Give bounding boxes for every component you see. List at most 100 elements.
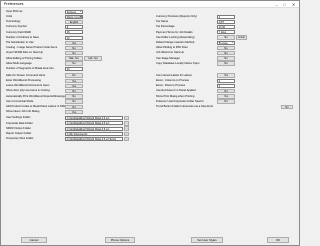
close-icon[interactable]: ✕: [290, 2, 297, 7]
temporary-files-folder-path[interactable]: C:\AppData\Roof Wizard Metal 4.5.en\Temp…: [65, 136, 123, 141]
trend-button-folder-button[interactable]: No: [281, 104, 293, 109]
input-pitch-label: Input Pitch as: [6, 9, 23, 13]
user-settings-browse-button[interactable]: ...: [124, 115, 129, 121]
user-settings-folder-label: User Settings Folder: [6, 116, 31, 120]
report-output-folder-label: Report Output Folder: [6, 131, 32, 135]
sfdm-output-browse-button[interactable]: ...: [124, 126, 129, 131]
material-pricing-button[interactable]: Mat. Yes: [65, 56, 83, 61]
interval-labels-label: Use Interval Labels for Labour: [156, 73, 193, 77]
title-bar: Preferences – □ ✕: [1, 1, 299, 8]
enter-word-excel-button[interactable]: Yes: [65, 78, 83, 83]
allow-editing-pricing-label: Allow Editing of Pricing Tables: [6, 56, 42, 60]
units-select[interactable]: Metric (mm/M): [65, 14, 83, 19]
copy-database-label: Copy Database Locally before Open: [156, 61, 200, 65]
segments-break-area-label: Number of Segments to Break Area Into: [6, 66, 54, 70]
interval-labels-button[interactable]: Yes: [217, 73, 235, 78]
import-sfdm-button[interactable]: No: [65, 50, 83, 56]
import-sfdm-label: Import SFDM Files on Start-Up: [6, 51, 43, 55]
phone-options-button[interactable]: Phone Options: [105, 237, 135, 243]
allow-multi-language-button[interactable]: No: [65, 61, 83, 66]
tax-percentage-input[interactable]: 10.00: [217, 25, 235, 30]
currency-symbol-input[interactable]: $: [65, 25, 83, 30]
commercial-mode-label: Use Commercial Mode: [6, 99, 34, 103]
labour-pricing-button[interactable]: Lab. Yes: [84, 56, 102, 61]
user-settings-folder-path[interactable]: C:\AppData\Roof Wizard Metal 4.5.en\: [65, 116, 123, 121]
roller-locking-label: Use Roller Locking (Networking): [156, 35, 195, 39]
job-wizard-startup-button[interactable]: No: [217, 50, 235, 56]
report-output-folder-path[interactable]: C:\My Documents\: [65, 131, 123, 136]
hide-on-screen-hints-button[interactable]: No: [65, 73, 83, 78]
ok-button[interactable]: OK: [267, 237, 289, 243]
sfdm-output-folder-path[interactable]: C:\AppData\Roof Wizard Metal 4.5.en\: [65, 126, 123, 131]
temporary-files-folder-label: Temporary Files Folder: [6, 137, 34, 141]
payment-terms-label: Payment Terms for Job Details: [156, 30, 193, 34]
stage-manager-button[interactable]: No: [217, 56, 235, 61]
auto-print-button[interactable]: No: [65, 94, 83, 99]
cancel-button[interactable]: Cancel: [21, 237, 47, 243]
add-product-codes-button[interactable]: No: [65, 104, 83, 109]
minimize-icon[interactable]: –: [273, 2, 280, 7]
allow-multi-language-label: Allow Multi-Language: [6, 61, 32, 65]
units-label: Units: [6, 14, 13, 18]
corporate-data-folder-path[interactable]: C:\AppData\Roof Wizard Metal 4.5.en\: [65, 121, 123, 126]
plotting-pdf-label: Allow Plotting to PDF Files: [156, 46, 188, 50]
terminology-label: Terminology: [6, 20, 21, 24]
plotting-pdf-button[interactable]: No: [217, 45, 235, 51]
end-area-panel-label: Use End Area if no Panel Applied: [156, 89, 196, 93]
preserve-folder-search-button[interactable]: No: [217, 99, 235, 104]
window-title: Preferences: [4, 2, 24, 6]
set-user-styles-button[interactable]: Set User Styles: [191, 237, 223, 243]
tax-percentage-label: Tax Percentage: [156, 25, 175, 29]
default-flange-select[interactable]: By Area: [217, 40, 235, 45]
preferences-window: Preferences – □ ✕ Input Pitch as Degrees…: [0, 0, 300, 246]
report-output-browse-button[interactable]: ...: [124, 131, 129, 136]
excel-columns-input[interactable]: 0: [217, 78, 235, 83]
auto-print-label: Automatically Print Word/Excel Reports/D…: [6, 94, 65, 98]
tax-name-label: Tax Name: [156, 20, 169, 24]
show-print-dialog-label: Show Print Dialog when Printing: [156, 94, 195, 98]
trend-button-folder-label: Trend Button Folder Intersection as a St…: [156, 104, 214, 108]
input-pitch-select[interactable]: Degrees: [65, 9, 83, 14]
job-wizard-startup-label: Job Wizard on Start-Up: [156, 51, 184, 55]
maximize-icon[interactable]: □: [281, 2, 288, 7]
show-zero-qty-button[interactable]: No: [65, 88, 83, 94]
add-product-codes-label: Add Product Codes to Metal Panel Labour …: [6, 104, 74, 108]
payment-terms-input[interactable]: 7 days: [217, 30, 235, 35]
tile-substitution-button[interactable]: Yes: [65, 40, 83, 45]
costing-image-same-label: Costing - Image Same Product Code Items: [6, 46, 58, 50]
segments-break-area-input[interactable]: 10: [65, 66, 83, 71]
number-of-outlines-label: Number of Outlines to Save: [6, 35, 40, 39]
costing-image-same-button[interactable]: No: [65, 45, 83, 51]
enter-word-excel-label: Enter Word/Excel Processing: [6, 78, 41, 82]
corporate-data-browse-button[interactable]: ...: [124, 121, 129, 126]
setting-segments-break-area: Number of Segments to Break Area Into 10: [3, 66, 151, 71]
limits-button[interactable]: Limits: [236, 35, 247, 40]
corporate-data-folder-label: Corporate Data Folder: [6, 121, 33, 125]
preserve-folder-search-label: Preserve User/Corporate Folder Search: [156, 99, 204, 103]
copy-database-button[interactable]: No: [217, 61, 235, 66]
end-area-panel-button[interactable]: No: [217, 88, 235, 94]
hide-on-screen-hints-label: Hide On Screen Command Hints: [6, 73, 46, 77]
setting-trend-button-folder: Trend Button Folder Intersection as a St…: [153, 104, 299, 109]
folder-temporary-files: Temporary Files Folder C:\AppData\Roof W…: [3, 136, 151, 142]
show-never-job-info-button[interactable]: Yes: [65, 109, 83, 115]
commercial-mode-button[interactable]: No: [65, 99, 83, 104]
currency-field-width-label: Currency Field Width: [6, 30, 32, 34]
currency-precision-input[interactable]: 2: [217, 14, 235, 19]
excel-columns-label: Excel - Columns to Process: [156, 78, 190, 82]
number-of-outlines-input[interactable]: 10: [65, 35, 83, 40]
roller-locking-button[interactable]: No: [217, 35, 235, 40]
setting-show-never-job-info: Show Never Job Info Dialog Yes: [3, 109, 151, 115]
sfdm-output-folder-label: SFDM Output Folder: [6, 126, 31, 130]
stage-manager-label: Use Stage Manager: [156, 56, 180, 60]
currency-field-width-input[interactable]: 16: [65, 30, 83, 35]
leave-word-excel-open-button[interactable]: Yes: [65, 83, 83, 89]
currency-symbol-label: Currency Symbol: [6, 25, 27, 29]
default-flange-label: Default Flange Insertion Method: [156, 40, 195, 44]
leave-word-excel-open-label: Leave Word/Excel Documents Open: [6, 84, 50, 88]
tax-name-input[interactable]: GST: [217, 19, 235, 24]
show-print-dialog-button[interactable]: Yes: [217, 94, 235, 99]
temporary-files-browse-button[interactable]: ...: [124, 136, 129, 142]
excel-rows-input[interactable]: 0: [217, 83, 235, 88]
terminology-button[interactable]: English: [65, 19, 83, 25]
